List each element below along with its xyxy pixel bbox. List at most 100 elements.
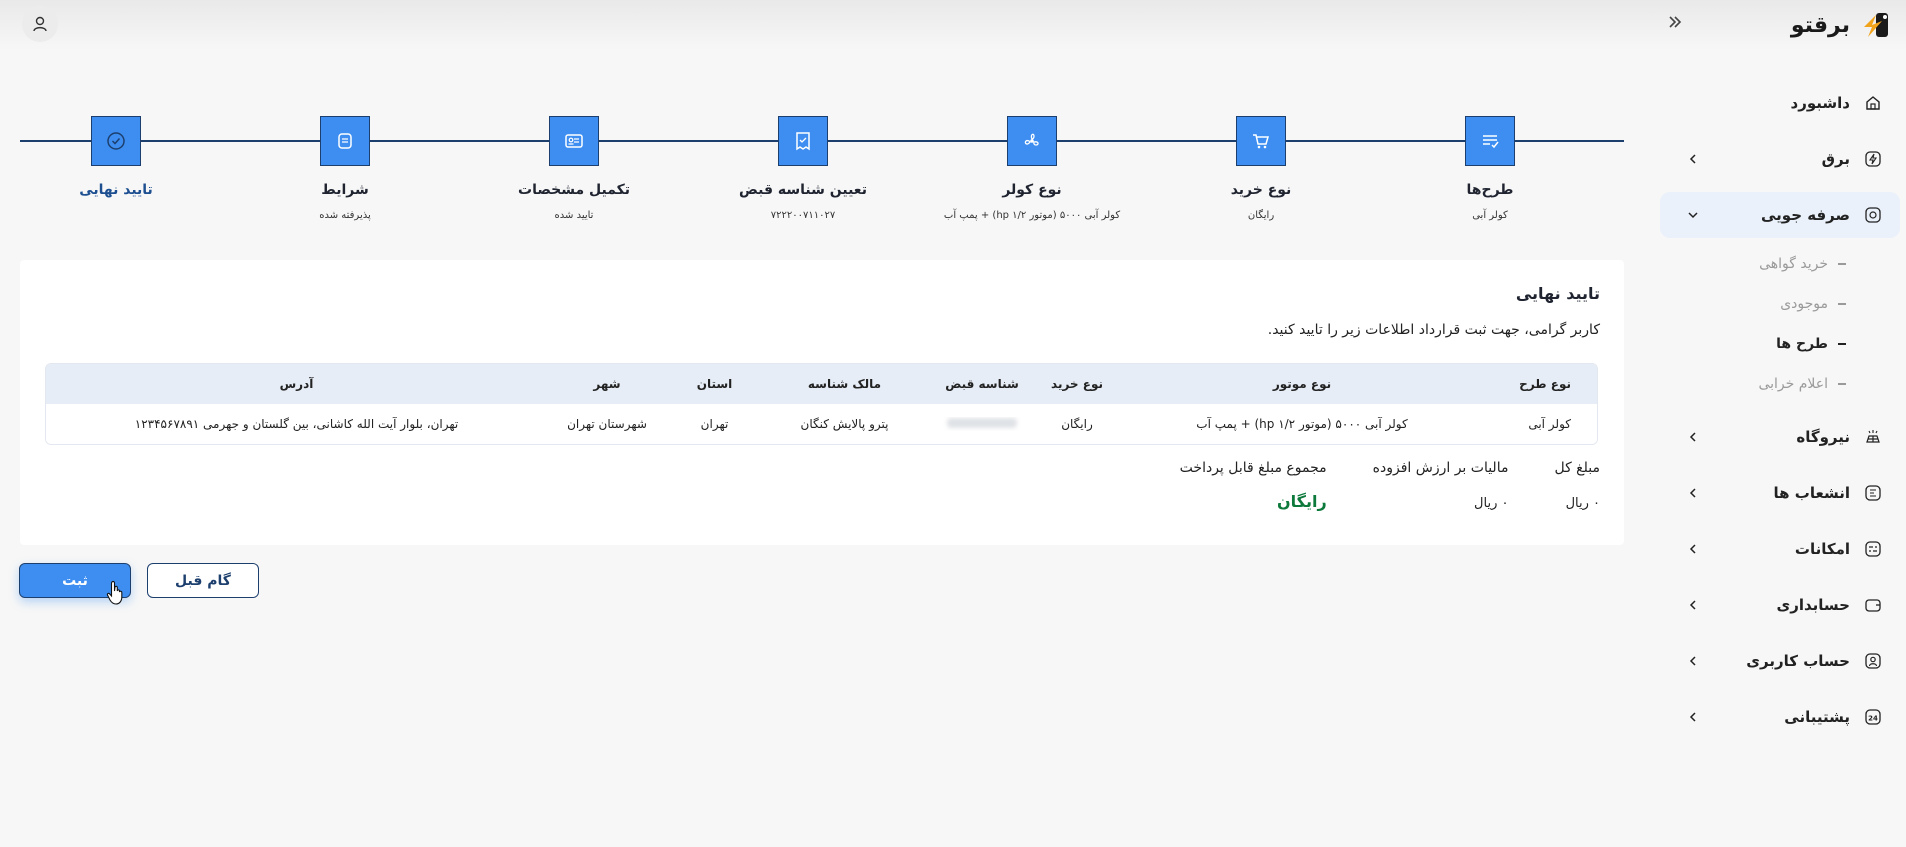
table-header-cell: استان [696, 377, 733, 391]
sidebar-item-label: انشعاب ها [1773, 484, 1850, 502]
receipt-icon [796, 132, 810, 151]
sidebar-subitem-report-fault[interactable]: اعلام خرابی [1660, 364, 1906, 404]
step-title: شرایط [321, 182, 369, 198]
chevron-left-icon [1682, 706, 1704, 728]
branch-icon [1862, 482, 1884, 504]
step-button[interactable] [91, 116, 141, 166]
table-row: کولر آبی کولر آبی ۵۰۰۰ (موتور hp ۱/۲) + … [46, 404, 1597, 444]
sidebar: داشبورد برق صرفه جویی خرید گواهی موجودی … [1660, 80, 1906, 760]
step-title: نوع خرید [1230, 182, 1292, 198]
table-header-cell: نوع موتور [1272, 377, 1332, 391]
user-circle-icon [1862, 650, 1884, 672]
hand-cursor-icon [106, 580, 123, 605]
step-subtitle: رایگان [1247, 210, 1275, 221]
sidebar-item-power-plant[interactable]: نیروگاه [1660, 414, 1906, 460]
home-icon [1862, 92, 1884, 114]
payable-label: مجموع مبلغ قابل پرداخت [1179, 460, 1327, 476]
step-title: طرح‌ها [1466, 182, 1514, 198]
table-cell: پترو پالایش کنگان [800, 417, 889, 431]
tools-icon [1862, 538, 1884, 560]
chevron-left-icon [1682, 482, 1704, 504]
table-cell-bill-id-redacted [927, 417, 1037, 431]
sidebar-subitem-buy-certificate[interactable]: خرید گواهی [1660, 244, 1906, 284]
chevron-left-icon [1682, 594, 1704, 616]
sidebar-item-savings[interactable]: صرفه جویی [1660, 192, 1900, 238]
logo-mark-icon [1864, 13, 1888, 37]
user-profile-button[interactable] [22, 6, 58, 42]
step-subtitle: کولر آبی [1472, 210, 1508, 221]
sidebar-item-facilities[interactable]: امکانات [1660, 526, 1906, 572]
table-header-cell: نوع خرید [1051, 377, 1103, 391]
svg-text:24: 24 [1868, 715, 1878, 723]
top-bar: برقتو [0, 0, 1906, 50]
total-amount-label: مبلغ کل [1554, 460, 1600, 476]
fan-icon [1024, 133, 1039, 146]
step-button[interactable] [1007, 116, 1057, 166]
table-header-cell: آدرس [279, 377, 314, 391]
collapse-sidebar-icon[interactable] [1662, 12, 1686, 36]
step-title: تایید نهایی [79, 182, 153, 198]
step-purchase-type: نوع خرید رایگان [1161, 110, 1361, 221]
payable-value: رایگان [1276, 492, 1327, 511]
sidebar-item-branches[interactable]: انشعاب ها [1660, 470, 1906, 516]
table-header-cell: شهر [593, 377, 621, 391]
sidebar-item-electricity[interactable]: برق [1660, 136, 1906, 182]
table-header-cell: مالک شناسه [807, 377, 882, 391]
table-cell: تهران [700, 417, 729, 431]
step-final-confirmation: تایید نهایی [16, 110, 216, 198]
cart-icon [1253, 134, 1269, 149]
sidebar-item-label: صرفه جویی [1761, 206, 1850, 224]
document-icon [338, 133, 352, 149]
step-button[interactable] [320, 116, 370, 166]
step-button[interactable] [549, 116, 599, 166]
table-header-cell: شناسه قبض [945, 377, 1019, 391]
total-amount: مبلغ کل ۰ ریال [1554, 460, 1600, 511]
table-header-cell: نوع طرح [1519, 377, 1571, 391]
sidebar-item-support[interactable]: 24 پشتیبانی [1660, 694, 1906, 740]
support-24-icon: 24 [1862, 706, 1884, 728]
list-check-icon [1483, 135, 1499, 149]
table-cell: شهرستان تهران [567, 417, 647, 431]
vat-value: ۰ ریال [1474, 496, 1509, 511]
card-description: کاربر گرامی، جهت ثبت قرارداد اطلاعات زیر… [1267, 322, 1600, 338]
sidebar-item-label: برق [1821, 150, 1850, 168]
chevron-down-icon [1682, 204, 1704, 226]
step-button[interactable] [1236, 116, 1286, 166]
wallet-icon [1862, 594, 1884, 616]
step-complete-details: تکمیل مشخصات تایید شده [474, 110, 674, 221]
step-button[interactable] [1465, 116, 1515, 166]
check-circle-icon [107, 132, 125, 150]
table-cell: کولر آبی [1528, 417, 1571, 431]
vat-amount: مالیات بر ارزش افزوده ۰ ریال [1373, 460, 1509, 511]
sidebar-item-label: حسابداری [1776, 596, 1850, 614]
sidebar-item-label: پشتیبانی [1784, 708, 1850, 726]
chevron-left-icon [1682, 650, 1704, 672]
chevron-left-icon [1682, 148, 1704, 170]
step-subtitle: کولر آبی ۵۰۰۰ (موتور hp ۱/۲) + پمپ آب [943, 210, 1121, 221]
savings-submenu: خرید گواهی موجودی طرح ها اعلام خرابی [1660, 244, 1906, 404]
table-cell: رایگان [1061, 417, 1093, 431]
sidebar-item-accounting[interactable]: حسابداری [1660, 582, 1906, 628]
sidebar-subitem-balance[interactable]: موجودی [1660, 284, 1906, 324]
step-button[interactable] [778, 116, 828, 166]
step-subtitle: پذیرفته شده [319, 210, 371, 221]
sidebar-subitem-plans[interactable]: طرح ها [1660, 324, 1906, 364]
table-header-row: نوع طرح نوع موتور نوع خرید شناسه قبض مال… [46, 364, 1597, 404]
solar-panel-icon [1862, 426, 1884, 448]
payment-totals: مبلغ کل ۰ ریال مالیات بر ارزش افزوده ۰ ر… [1134, 460, 1600, 511]
step-subtitle: ۷۲۲۲۰۰۷۱۱۰۲۷ [770, 210, 836, 221]
sidebar-item-dashboard[interactable]: داشبورد [1660, 80, 1906, 126]
savings-icon [1862, 204, 1884, 226]
brand-logo[interactable]: برقتو [1791, 6, 1894, 44]
step-plans: طرح‌ها کولر آبی [1390, 110, 1590, 221]
step-cooler-type: نوع کولر کولر آبی ۵۰۰۰ (موتور hp ۱/۲) + … [932, 110, 1132, 221]
chevron-left-icon [1682, 426, 1704, 448]
step-bill-id: تعیین شناسه قبض ۷۲۲۲۰۰۷۱۱۰۲۷ [703, 110, 903, 221]
step-title: تکمیل مشخصات [518, 182, 630, 198]
chevron-left-icon [1682, 538, 1704, 560]
step-title: تعیین شناسه قبض [739, 182, 867, 198]
previous-step-button[interactable]: گام قبل [147, 563, 259, 598]
sidebar-item-user-account[interactable]: حساب کاربری [1660, 638, 1906, 684]
sidebar-item-label: نیروگاه [1796, 428, 1850, 446]
id-card-icon [565, 134, 583, 148]
